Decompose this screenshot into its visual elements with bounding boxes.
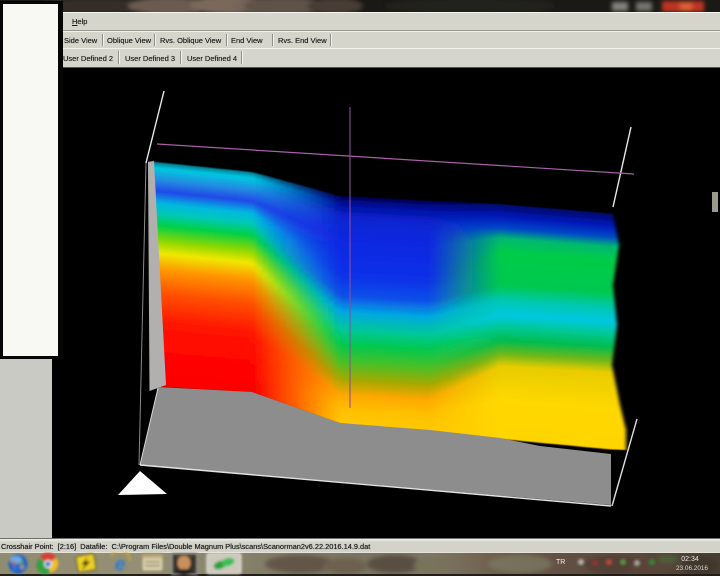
svg-text:23.06.2016: 23.06.2016 — [676, 565, 708, 572]
svg-text:e: e — [115, 555, 126, 576]
svg-text:02:34: 02:34 — [681, 556, 699, 563]
svg-text:TR: TR — [556, 559, 565, 566]
